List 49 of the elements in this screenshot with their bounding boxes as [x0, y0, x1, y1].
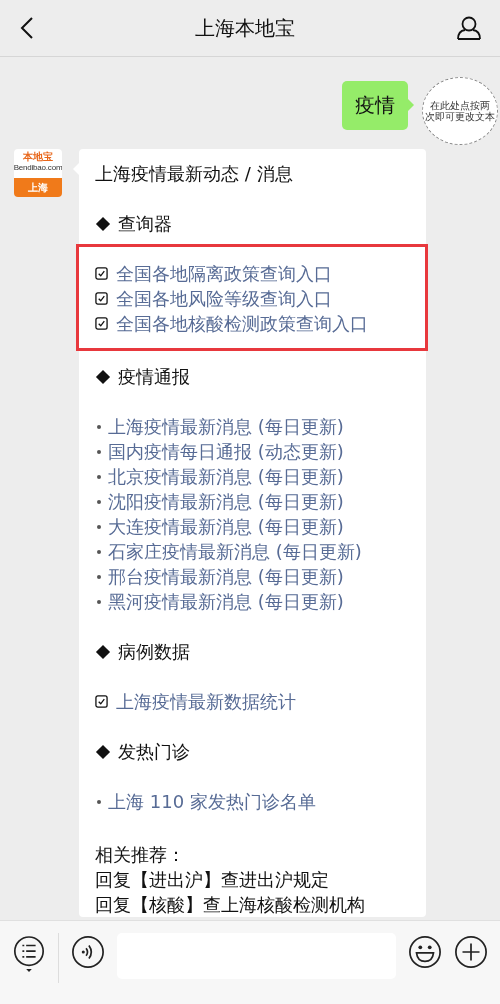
card-title: 上海疫情最新动态 / 消息: [95, 162, 294, 186]
link[interactable]: 上海疫情最新数据统计: [116, 689, 296, 714]
link[interactable]: 邢台疫情最新消息 (每日更新): [108, 564, 344, 589]
card-text: 相关推荐：: [95, 843, 186, 867]
section-heading: 查询器: [118, 212, 172, 236]
section-heading: 疫情通报: [118, 365, 190, 389]
checkbox-icon: [95, 292, 108, 305]
link[interactable]: 北京疫情最新消息 (每日更新): [108, 464, 344, 489]
link[interactable]: 国内疫情每日通报 (动态更新): [108, 439, 344, 464]
menu-icon[interactable]: [12, 935, 46, 973]
bullet-icon: [97, 549, 101, 554]
link[interactable]: 石家庄疫情最新消息 (每日更新): [108, 539, 362, 564]
bullet-icon: [97, 574, 101, 579]
bullet-icon: [97, 424, 101, 429]
avatar[interactable]: 本地宝 Bendibao.com 上海: [14, 149, 62, 197]
link[interactable]: 全国各地风险等级查询入口: [116, 286, 332, 311]
bullet-icon: [97, 499, 101, 504]
avatar-city: 上海: [14, 178, 62, 197]
bubble-tail: [408, 99, 414, 111]
bullet-icon: [97, 474, 101, 479]
checkbox-icon: [95, 317, 108, 330]
link[interactable]: 黑河疫情最新消息 (每日更新): [108, 589, 344, 614]
link[interactable]: 沈阳疫情最新消息 (每日更新): [108, 489, 344, 514]
chat-title: 上海本地宝: [195, 14, 295, 42]
voice-icon[interactable]: [71, 935, 105, 969]
card-text: 回复【进出沪】查进出沪规定: [95, 868, 330, 892]
bullet-icon: [97, 449, 101, 454]
sent-message: 疫情: [342, 81, 408, 130]
link[interactable]: 全国各地核酸检测政策查询入口: [116, 311, 368, 336]
link[interactable]: 上海疫情最新消息 (每日更新): [108, 414, 344, 439]
checkbox-icon: [95, 695, 108, 708]
avatar-brand: 本地宝: [23, 150, 53, 163]
section-heading: 病例数据: [118, 640, 190, 664]
section-heading: 发热门诊: [118, 740, 190, 764]
avatar-domain: Bendibao.com: [14, 163, 62, 172]
bullet-icon: [97, 799, 101, 804]
bullet-icon: [97, 524, 101, 529]
bullet-icon: [97, 599, 101, 604]
sticker-text: 次即可更改文本: [425, 111, 495, 122]
checkbox-icon: [95, 267, 108, 280]
link[interactable]: 大连疫情最新消息 (每日更新): [108, 514, 344, 539]
sticker-text: 在此处点按两: [430, 100, 490, 111]
plus-icon[interactable]: [454, 935, 488, 969]
card-text: 回复【核酸】查上海核酸检测机构: [95, 893, 366, 917]
link[interactable]: 全国各地隔离政策查询入口: [116, 261, 332, 286]
link[interactable]: 上海 110 家发热门诊名单: [108, 789, 316, 814]
back-icon[interactable]: [20, 16, 34, 40]
profile-icon[interactable]: [456, 15, 482, 41]
emoji-icon[interactable]: [408, 935, 442, 969]
